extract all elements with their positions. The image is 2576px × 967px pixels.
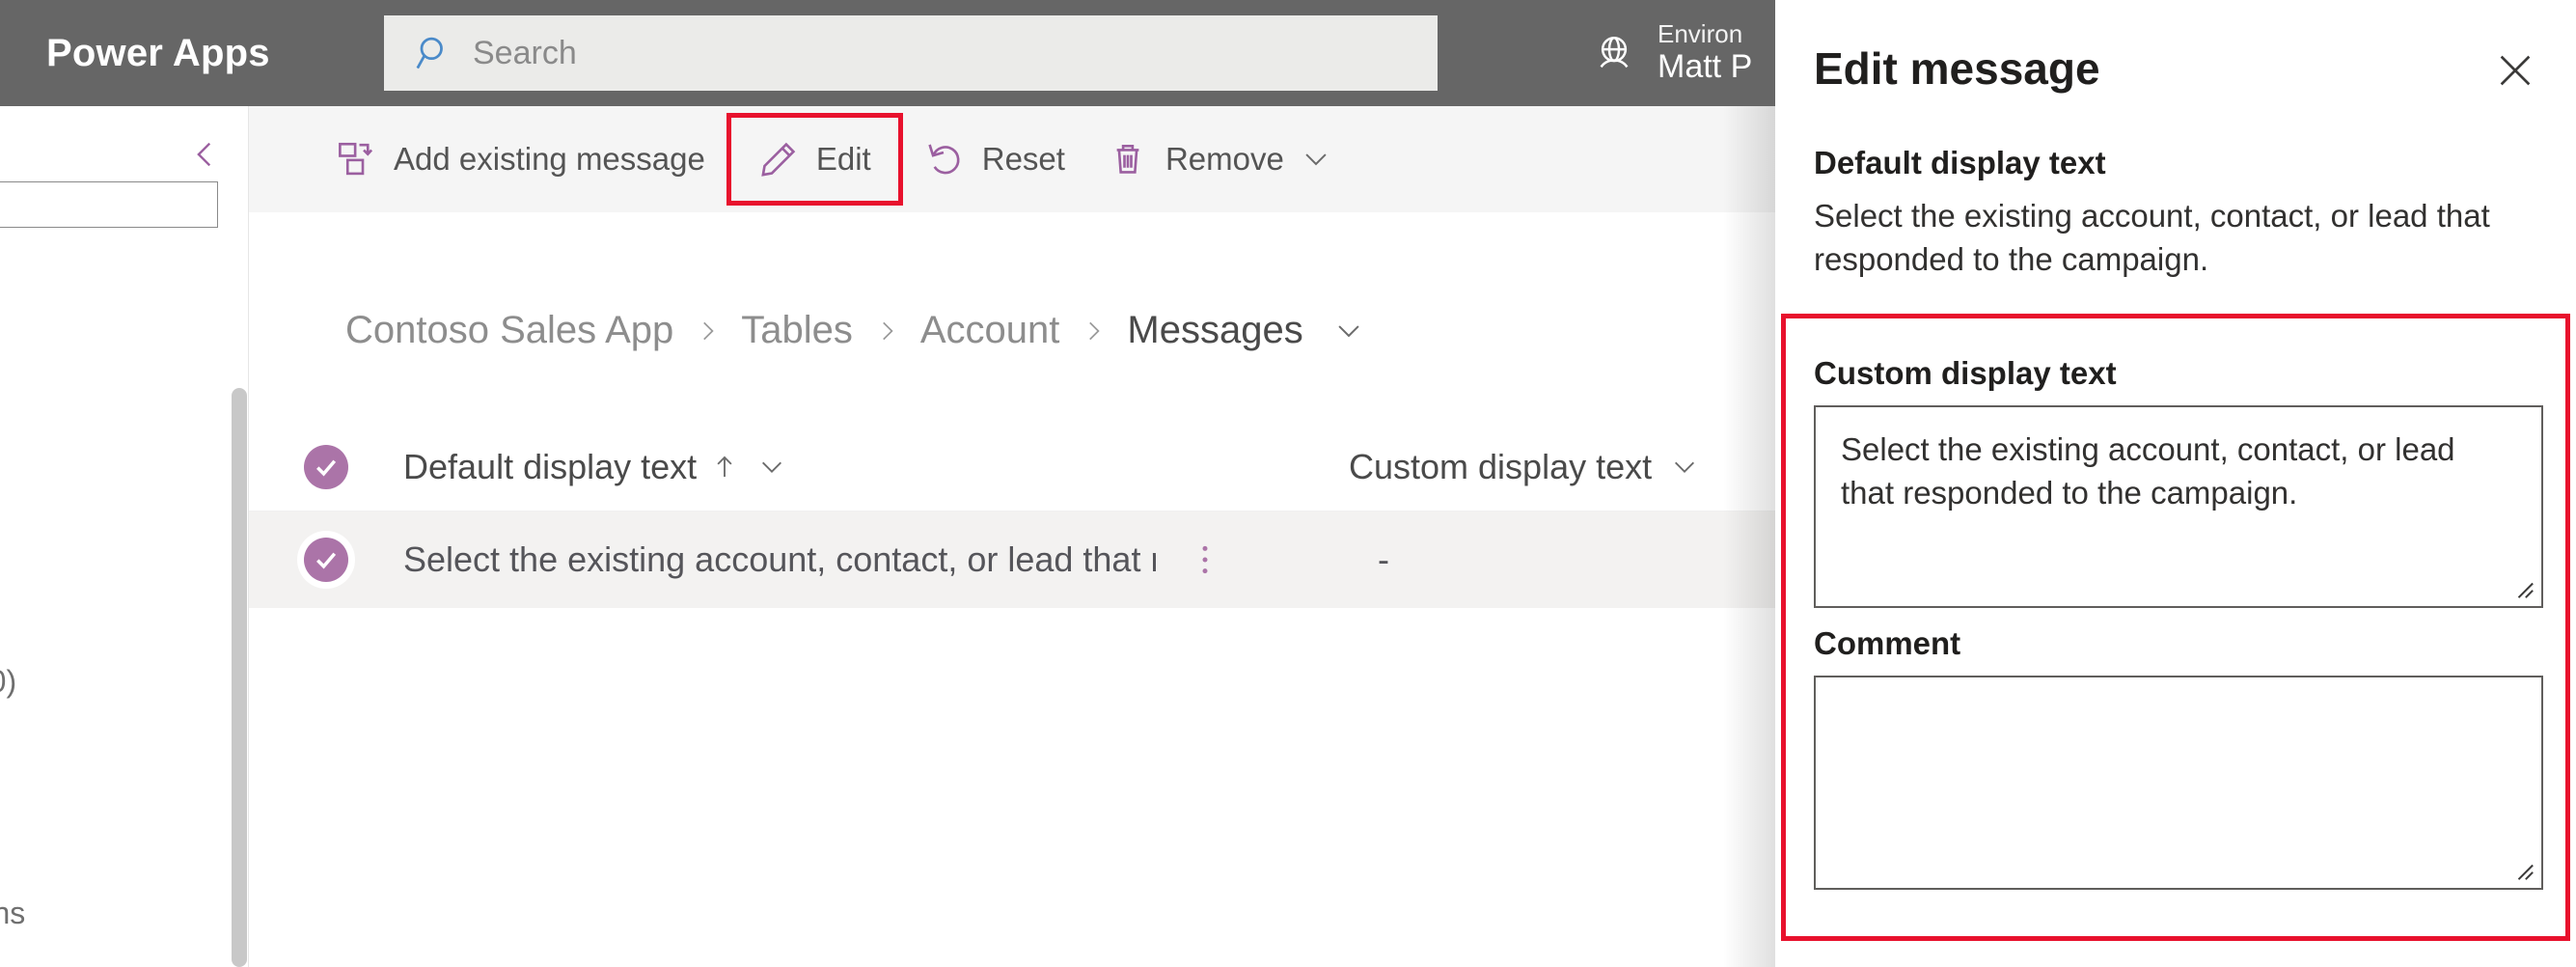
ellipsis-vertical-icon[interactable] [1189, 540, 1221, 579]
chevron-right-icon [1081, 318, 1106, 344]
default-display-text-label: Default display text [1814, 145, 2576, 181]
pencil-icon [758, 139, 799, 180]
column-chevron-down-icon[interactable] [756, 452, 787, 483]
comment-section: Comment [1775, 625, 2576, 890]
column-header-default-display-text[interactable]: Default display text [403, 447, 1349, 487]
row-select-cell[interactable] [249, 538, 403, 582]
resize-grip-icon[interactable] [2513, 578, 2535, 599]
default-display-text-value: Select the existing account, contact, or… [1814, 195, 2543, 282]
row-default-display-text: Select the existing account, contact, or… [403, 539, 1156, 580]
edit-label: Edit [816, 141, 871, 178]
breadcrumb-item-tables[interactable]: Tables [741, 309, 853, 352]
custom-display-text-label: Custom display text [1814, 355, 2576, 392]
reset-label: Reset [982, 141, 1065, 178]
resize-grip-icon[interactable] [2513, 860, 2535, 881]
sidebar-item-columns[interactable]: umns [0, 896, 25, 931]
breadcrumb-item-messages[interactable]: Messages [1127, 309, 1302, 352]
environment-name: Matt P [1658, 48, 1752, 86]
breadcrumb-item-account[interactable]: Account [920, 309, 1060, 352]
add-existing-message-button[interactable]: Add existing message [315, 119, 726, 200]
environment-label: Environ [1658, 20, 1752, 49]
remove-chevron-down-icon[interactable] [1300, 143, 1332, 176]
row-cell-default-display-text: Select the existing account, contact, or… [403, 539, 1349, 580]
breadcrumb: Contoso Sales App Tables Account Message… [345, 309, 1365, 352]
add-existing-message-label: Add existing message [394, 141, 705, 178]
search-icon [413, 32, 455, 74]
nav-count-label: (0) [0, 664, 16, 700]
reset-icon [924, 139, 965, 180]
chevron-left-icon[interactable] [184, 133, 227, 176]
custom-display-text-input[interactable]: Select the existing account, contact, or… [1814, 405, 2543, 608]
select-all-checkbox[interactable] [304, 445, 348, 489]
row-custom-display-text: - [1378, 539, 1389, 580]
search-placeholder: Search [473, 35, 577, 72]
column-chevron-down-icon[interactable] [1669, 452, 1700, 483]
edit-button[interactable]: Edit [726, 113, 903, 206]
environment-picker[interactable]: Environ Matt P [1592, 0, 1752, 106]
app-root: Power Apps Search Environ Matt P [0, 0, 2576, 967]
close-icon[interactable] [2493, 48, 2537, 93]
row-checkbox[interactable] [304, 538, 348, 582]
breadcrumb-chevron-down-icon[interactable] [1332, 315, 1365, 347]
column-header-label: Default display text [403, 447, 697, 487]
custom-display-text-section: Custom display text Select the existing … [1775, 355, 2576, 608]
default-display-text-section: Default display text Select the existing… [1775, 145, 2576, 282]
select-all-cell[interactable] [249, 445, 403, 489]
add-existing-message-icon [336, 139, 376, 180]
left-navigation: (0) umns tionships [0, 106, 249, 967]
arrow-up-icon [710, 453, 739, 482]
column-header-label: Custom display text [1349, 447, 1652, 487]
breadcrumb-item-app[interactable]: Contoso Sales App [345, 309, 673, 352]
edit-message-panel: Edit message Default display text Select… [1775, 0, 2576, 967]
comment-value [1816, 677, 2541, 720]
nav-search-input[interactable] [0, 181, 218, 228]
chevron-right-icon [874, 318, 899, 344]
custom-display-text-value: Select the existing account, contact, or… [1816, 407, 2541, 537]
trash-icon [1108, 139, 1148, 180]
app-brand[interactable]: Power Apps [46, 0, 270, 106]
comment-input[interactable] [1814, 676, 2543, 890]
nav-scrollbar[interactable] [232, 388, 247, 967]
chevron-right-icon [695, 318, 720, 344]
panel-drop-shadow [1723, 106, 1777, 967]
remove-button[interactable]: Remove [1086, 119, 1305, 200]
remove-label: Remove [1165, 141, 1284, 178]
panel-header: Edit message [1775, 0, 2576, 145]
globe-icon [1592, 31, 1636, 75]
global-search[interactable]: Search [384, 15, 1438, 91]
comment-label: Comment [1814, 625, 2576, 662]
page-title: Edit message [1814, 42, 2100, 95]
reset-button[interactable]: Reset [903, 119, 1086, 200]
